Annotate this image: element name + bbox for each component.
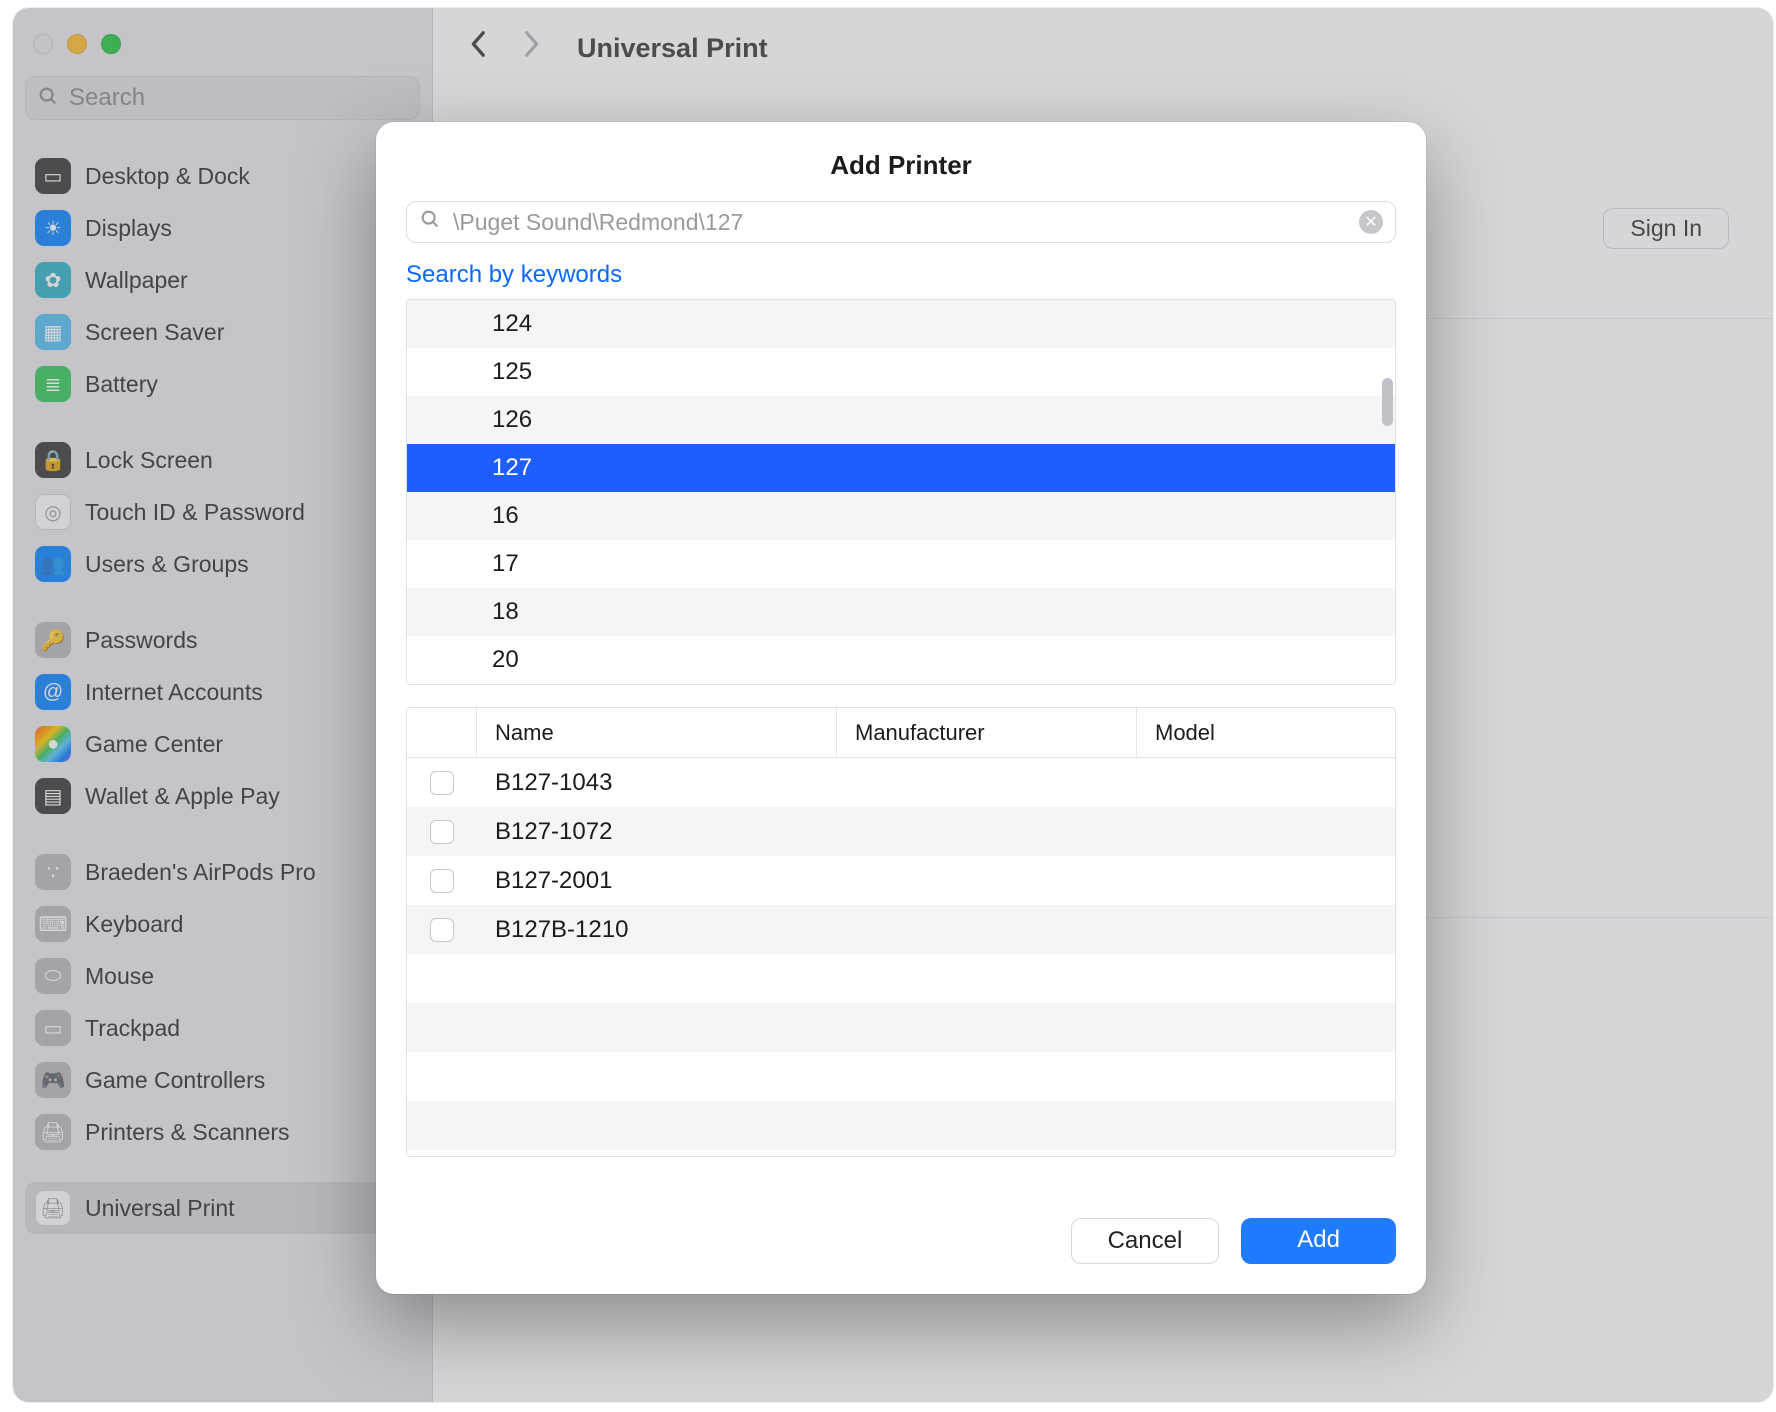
dialog-title: Add Printer [376,122,1426,201]
printer-checkbox-cell [407,820,477,844]
printer-checkbox[interactable] [430,820,454,844]
location-row[interactable]: 18 [407,588,1395,636]
printer-rows: B127-1043 B127-1072 B127-2001 B127B-1210 [407,758,1395,1156]
cancel-button[interactable]: Cancel [1071,1218,1220,1264]
location-row[interactable]: 126 [407,396,1395,444]
printer-row [407,1003,1395,1052]
location-row[interactable]: 125 [407,348,1395,396]
dialog-footer: Cancel Add [376,1196,1426,1294]
location-row[interactable]: 20 [407,636,1395,684]
printer-row[interactable]: B127-2001 [407,856,1395,905]
search-icon [419,208,441,236]
name-column-header[interactable]: Name [477,708,837,757]
printer-row[interactable]: B127-1043 [407,758,1395,807]
printer-checkbox-cell [407,869,477,893]
printer-checkbox[interactable] [430,869,454,893]
printer-row[interactable]: B127B-1210 [407,905,1395,954]
clear-search-button[interactable]: ✕ [1359,210,1383,234]
system-settings-window: Search ▭Desktop & Dock☀Displays✿Wallpape… [13,8,1773,1402]
location-row[interactable]: 124 [407,300,1395,348]
printer-row[interactable]: B127-1072 [407,807,1395,856]
printer-checkbox-cell [407,918,477,942]
printer-checkbox[interactable] [430,771,454,795]
location-row[interactable]: 17 [407,540,1395,588]
checkbox-column-header[interactable] [407,708,477,757]
printer-name-cell: B127-2001 [477,867,837,895]
location-search-field[interactable]: \Puget Sound\Redmond\127 ✕ [406,201,1396,243]
printer-name-cell: B127B-1210 [477,916,837,944]
printer-table-header: Name Manufacturer Model [407,708,1395,758]
printer-row [407,1052,1395,1101]
location-scrollbar-thumb[interactable] [1382,378,1393,426]
search-by-keywords-link[interactable]: Search by keywords [376,243,1426,299]
printer-row [407,1101,1395,1150]
location-search-value: \Puget Sound\Redmond\127 [453,209,1347,236]
add-button[interactable]: Add [1241,1218,1396,1264]
printer-checkbox-cell [407,771,477,795]
printer-row [407,954,1395,1003]
printer-name-cell: B127-1072 [477,818,837,846]
location-row[interactable]: 16 [407,492,1395,540]
location-list[interactable]: 12412512612716171820 [406,299,1396,685]
model-column-header[interactable]: Model [1137,708,1395,757]
location-row[interactable]: 127 [407,444,1395,492]
printer-name-cell: B127-1043 [477,769,837,797]
add-printer-dialog: Add Printer \Puget Sound\Redmond\127 ✕ S… [376,122,1426,1294]
manufacturer-column-header[interactable]: Manufacturer [837,708,1137,757]
printer-table: Name Manufacturer Model B127-1043B127-10… [406,707,1396,1157]
printer-checkbox[interactable] [430,918,454,942]
